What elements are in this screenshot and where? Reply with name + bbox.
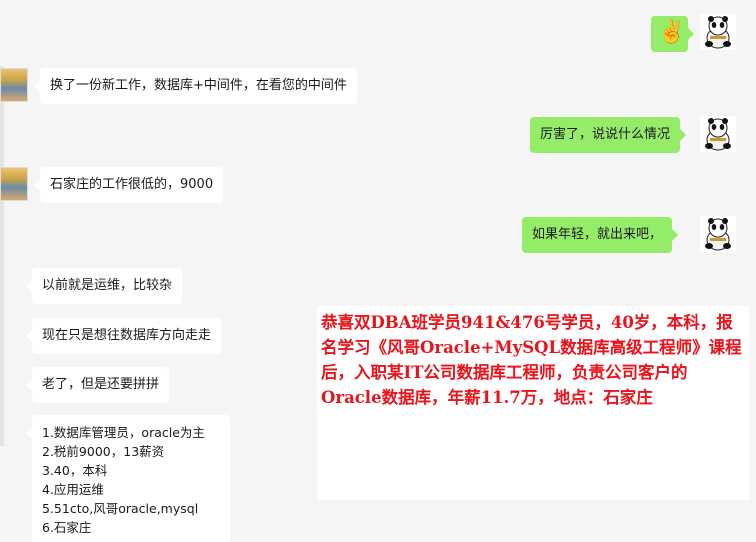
message-bubble-list[interactable]: 1.数据库管理员，oracle为主 2.税前9000，13薪资 3.40，本科 … <box>26 415 230 542</box>
message-bubble[interactable]: 现在只是想往数据库方向走走 <box>25 318 222 354</box>
announcement-text: 恭喜双DBA班学员941&476号学员，40岁，本科，报名学习《风哥Oracle… <box>321 313 742 407</box>
announcement-panel: 恭喜双DBA班学员941&476号学员，40岁，本科，报名学习《风哥Oracle… <box>317 306 749 500</box>
message-text: 如果年轻，就出来吧， <box>532 227 663 242</box>
list-item: 4.应用运维 <box>42 482 104 497</box>
message-bubble[interactable]: 如果年轻，就出来吧， <box>522 217 679 253</box>
panda-avatar-icon[interactable] <box>700 116 736 152</box>
message-bubble[interactable]: 石家庄的工作很低的，9000 <box>33 167 224 203</box>
message-text: 老了，但是还要拼拼 <box>42 377 160 392</box>
message-text: 以前就是运维，比较杂 <box>42 278 173 293</box>
message-bubble[interactable]: 老了，但是还要拼拼 <box>25 367 170 403</box>
left-edge-strip <box>0 66 4 446</box>
user-avatar-icon[interactable] <box>0 167 28 201</box>
user-avatar-icon[interactable] <box>0 68 28 102</box>
message-text: 厉害了，说说什么情况 <box>540 127 671 142</box>
victory-hand-emoji: ✌️ <box>658 20 686 45</box>
panda-avatar-icon[interactable] <box>700 216 736 252</box>
message-bubble[interactable]: 以前就是运维，比较杂 <box>25 268 183 304</box>
message-text: 换了一份新工作，数据库+中间件，在看您的中间件 <box>50 78 347 93</box>
list-item: 2.税前9000，13薪资 <box>42 444 165 459</box>
message-bubble[interactable]: 换了一份新工作，数据库+中间件，在看您的中间件 <box>34 68 357 104</box>
message-bubble[interactable]: 厉害了，说说什么情况 <box>530 117 687 153</box>
message-text: 现在只是想往数据库方向走走 <box>42 328 212 343</box>
list-item: 3.40，本科 <box>42 463 108 478</box>
list-item: 6.石家庄 <box>42 520 92 535</box>
list-item: 5.51cto,风哥oracle,mysql <box>42 501 199 516</box>
message-bubble-emoji[interactable]: ✌️ <box>651 16 694 52</box>
list-item: 1.数据库管理员，oracle为主 <box>42 425 205 440</box>
panda-avatar-icon[interactable] <box>700 14 736 50</box>
message-text: 石家庄的工作很低的，9000 <box>50 177 214 192</box>
